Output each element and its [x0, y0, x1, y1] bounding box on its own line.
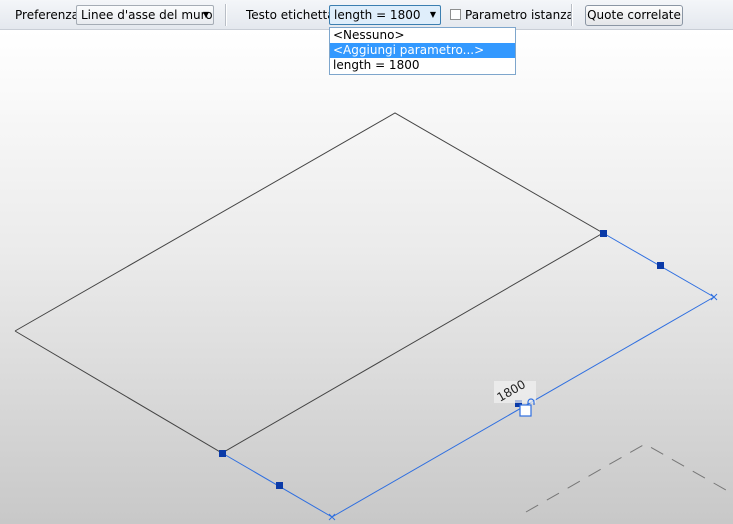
- toolbar-separator: [571, 4, 572, 26]
- options-bar: Preferenza: Linee d'asse del muro ▼ Test…: [0, 0, 733, 30]
- drawing-svg: 1800: [14, 112, 733, 521]
- drawing-canvas[interactable]: 1800: [0, 30, 733, 524]
- option-none[interactable]: <Nessuno>: [330, 28, 515, 43]
- related-dimensions-button[interactable]: Quote correlate: [585, 5, 683, 26]
- label-text-value: length = 1800: [334, 8, 421, 22]
- grip-handle[interactable]: [219, 450, 226, 457]
- hidden-geometry-line: [525, 443, 733, 513]
- instance-parameter-checkbox[interactable]: [450, 9, 461, 20]
- grip-handle[interactable]: [657, 262, 664, 269]
- label-text-options-list[interactable]: <Nessuno> <Aggiungi parametro...> length…: [329, 27, 516, 75]
- label-text-dropdown[interactable]: length = 1800 ▼: [329, 5, 441, 25]
- instance-parameter-label: Parametro istanza: [465, 8, 574, 22]
- grip-handle[interactable]: [276, 482, 283, 489]
- preference-dropdown[interactable]: Linee d'asse del muro ▼: [76, 5, 214, 25]
- preference-value: Linee d'asse del muro: [81, 8, 213, 22]
- toolbar-separator: [225, 4, 226, 26]
- grip-handle[interactable]: [600, 230, 607, 237]
- preference-label: Preferenza:: [15, 8, 84, 22]
- chevron-down-icon: ▼: [429, 10, 436, 19]
- dimension-tick: [328, 513, 336, 521]
- dimension-tick: [710, 293, 718, 301]
- option-add-parameter[interactable]: <Aggiungi parametro...>: [330, 43, 515, 58]
- label-text-label: Testo etichetta:: [246, 8, 339, 22]
- chevron-down-icon: ▼: [202, 10, 209, 19]
- option-length[interactable]: length = 1800: [330, 58, 515, 73]
